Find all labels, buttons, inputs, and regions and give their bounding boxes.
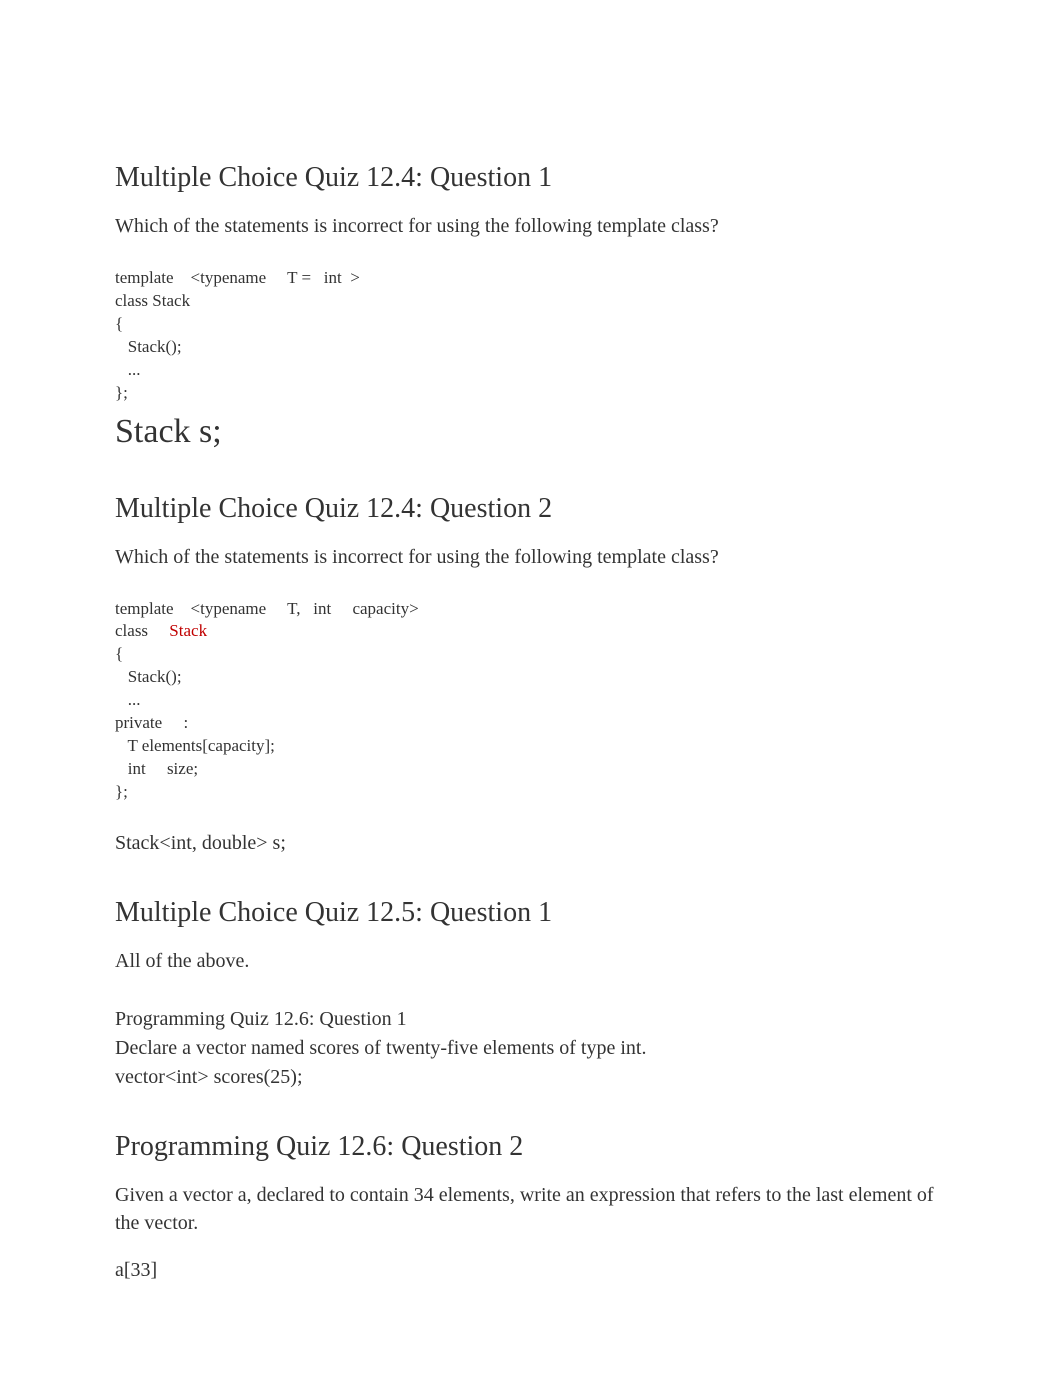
code-line: int size; — [115, 759, 198, 778]
question-prompt: Which of the statements is incorrect for… — [115, 212, 947, 240]
quiz-heading-12-4-q2: Multiple Choice Quiz 12.4: Question 2 — [115, 493, 947, 525]
code-line: ... — [115, 360, 141, 379]
code-snippet: template <typename T = int > class Stack… — [115, 244, 947, 405]
code-line: { — [115, 314, 123, 333]
quiz-heading-12-6-q1: Programming Quiz 12.6: Question 1 — [115, 1005, 947, 1034]
code-line: T elements[capacity]; — [115, 736, 275, 755]
code-line: }; — [115, 383, 128, 402]
code-line: template <typename T = int > — [115, 268, 360, 287]
answer-text: Stack<int, double> s; — [115, 832, 947, 855]
code-snippet: template <typename T, int capacity> clas… — [115, 575, 947, 804]
code-line: { — [115, 644, 123, 663]
answer-text: vector<int> scores(25); — [115, 1066, 947, 1089]
code-line: Stack(); — [115, 667, 182, 686]
code-line: ... — [115, 690, 141, 709]
code-token-classname: Stack — [169, 621, 207, 640]
code-line: Stack(); — [115, 337, 182, 356]
answer-text: a[33] — [115, 1259, 947, 1282]
code-line: template <typename T, int capacity> — [115, 599, 419, 618]
answer-text: All of the above. — [115, 947, 947, 975]
code-token: class — [115, 621, 169, 640]
code-line: class Stack — [115, 291, 190, 310]
question-prompt: Which of the statements is incorrect for… — [115, 543, 947, 571]
question-prompt: Declare a vector named scores of twenty-… — [115, 1034, 947, 1063]
code-line: private : — [115, 713, 188, 732]
code-line: class Stack — [115, 621, 207, 640]
quiz-heading-12-4-q1: Multiple Choice Quiz 12.4: Question 1 — [115, 162, 947, 194]
code-line: }; — [115, 782, 128, 801]
quiz-heading-12-6-q2: Programming Quiz 12.6: Question 2 — [115, 1131, 947, 1163]
quiz-heading-12-5-q1: Multiple Choice Quiz 12.5: Question 1 — [115, 897, 947, 929]
answer-text: Stack s; — [115, 413, 947, 451]
question-prompt: Given a vector a, declared to contain 34… — [115, 1181, 947, 1237]
